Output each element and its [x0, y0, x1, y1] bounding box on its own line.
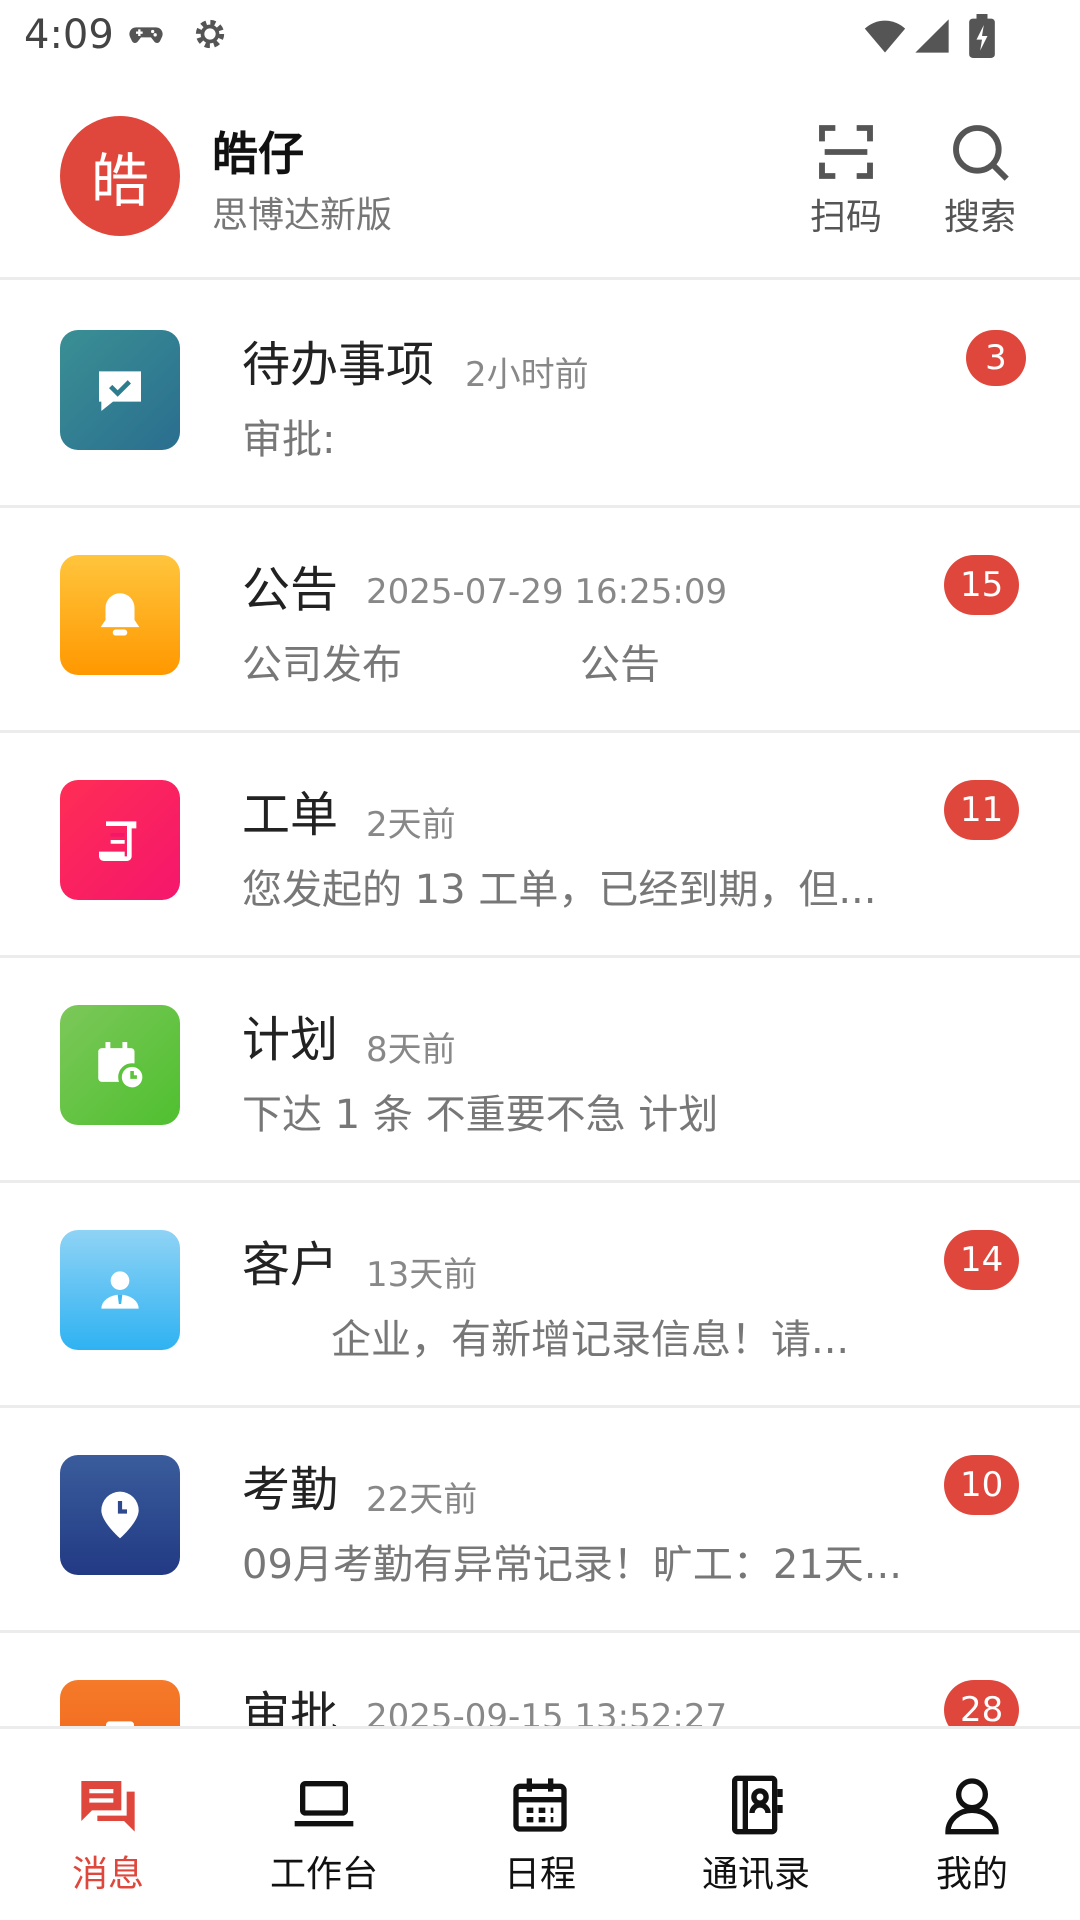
person-icon [864, 1773, 1080, 1837]
message-list: 待办事项 2小时前 审批: 3 公告 2025-07-29 16:25:09 公… [0, 283, 1080, 1858]
calendar-icon [432, 1773, 648, 1837]
message-time: 2025-07-29 16:25:09 [366, 572, 728, 612]
tab-label: 消息 [71, 1854, 144, 1895]
message-preview: 下达 1 条 不重要不急 计划 [242, 1092, 719, 1138]
unread-badge: 15 [944, 555, 1020, 615]
tab-label: 工作台 [269, 1854, 378, 1895]
settings-icon [190, 14, 230, 58]
message-time: 2天前 [366, 805, 456, 845]
unread-badge: 3 [966, 330, 1026, 386]
message-preview: 公司发布 公告 [242, 642, 661, 688]
message-preview: 09月考勤有异常记录！旷工：21天... [242, 1542, 902, 1588]
gamepad-icon [126, 14, 166, 58]
message-item-todo[interactable]: 待办事项 2小时前 审批: 3 [0, 283, 1080, 508]
message-item-plan[interactable]: 计划 8天前 下达 1 条 不重要不急 计划 [0, 958, 1080, 1183]
message-item-attendance[interactable]: 考勤 22天前 09月考勤有异常记录！旷工：21天... 10 [0, 1408, 1080, 1633]
contacts-icon [648, 1773, 864, 1837]
user-name: 皓仔 [212, 127, 304, 181]
battery-charging-icon [968, 14, 996, 62]
scan-icon [786, 120, 906, 184]
search-label: 搜索 [943, 197, 1016, 238]
tab-label: 通讯录 [701, 1854, 810, 1895]
message-time: 2小时前 [465, 355, 589, 395]
bell-icon [60, 555, 180, 675]
message-time: 8天前 [366, 1030, 456, 1070]
message-item-announcement[interactable]: 公告 2025-07-29 16:25:09 公司发布 公告 15 [0, 508, 1080, 733]
signal-icon [912, 14, 952, 62]
work-order-icon [60, 780, 180, 900]
message-title: 工单 [242, 787, 339, 843]
status-bar: 4:09 [0, 0, 1080, 72]
tab-label: 我的 [935, 1854, 1008, 1895]
tab-workbench[interactable]: 工作台 [216, 1729, 432, 1920]
unread-badge: 11 [944, 780, 1020, 840]
message-title: 公告 [242, 562, 339, 618]
message-title: 考勤 [242, 1462, 339, 1518]
message-title: 客户 [242, 1237, 339, 1293]
message-preview: 您发起的 13 工单，已经到期，但... [242, 867, 877, 913]
chat-icon [0, 1773, 216, 1837]
message-item-customer[interactable]: 客户 13天前 企业，有新增记录信息！请... 14 [0, 1183, 1080, 1408]
tab-contacts[interactable]: 通讯录 [648, 1729, 864, 1920]
tab-schedule[interactable]: 日程 [432, 1729, 648, 1920]
laptop-icon [216, 1773, 432, 1837]
customer-icon [60, 1230, 180, 1350]
search-icon [920, 120, 1040, 184]
scan-label: 扫码 [809, 197, 882, 238]
message-time: 22天前 [366, 1480, 478, 1520]
message-time: 13天前 [366, 1255, 478, 1295]
app-screen: 4:09 皓 皓仔 思博达新版 扫码 搜索 待办事项 2小时前 审批: 3 公告… [0, 0, 1080, 1920]
todo-icon [60, 330, 180, 450]
message-preview: 审批: [242, 417, 336, 463]
status-time: 4:09 [24, 12, 114, 58]
search-button[interactable]: 搜索 [920, 120, 1040, 240]
tab-messages[interactable]: 消息 [0, 1729, 216, 1920]
message-title: 计划 [242, 1012, 339, 1068]
bottom-tab-bar: 消息 工作台 日程 通讯录 我的 [0, 1726, 1080, 1920]
message-item-work-order[interactable]: 工单 2天前 您发起的 13 工单，已经到期，但... 11 [0, 733, 1080, 958]
company-name: 思博达新版 [212, 195, 393, 236]
wifi-icon [862, 14, 908, 62]
avatar[interactable]: 皓 [60, 116, 180, 236]
location-clock-icon [60, 1455, 180, 1575]
app-header: 皓 皓仔 思博达新版 扫码 搜索 [0, 72, 1080, 280]
tab-label: 日程 [503, 1854, 576, 1895]
message-title: 待办事项 [242, 337, 435, 393]
calendar-clock-icon [60, 1005, 180, 1125]
message-preview: 企业，有新增记录信息！请... [242, 1317, 850, 1363]
unread-badge: 10 [944, 1455, 1020, 1515]
unread-badge: 14 [944, 1230, 1020, 1290]
tab-profile[interactable]: 我的 [864, 1729, 1080, 1920]
scan-button[interactable]: 扫码 [786, 120, 906, 240]
